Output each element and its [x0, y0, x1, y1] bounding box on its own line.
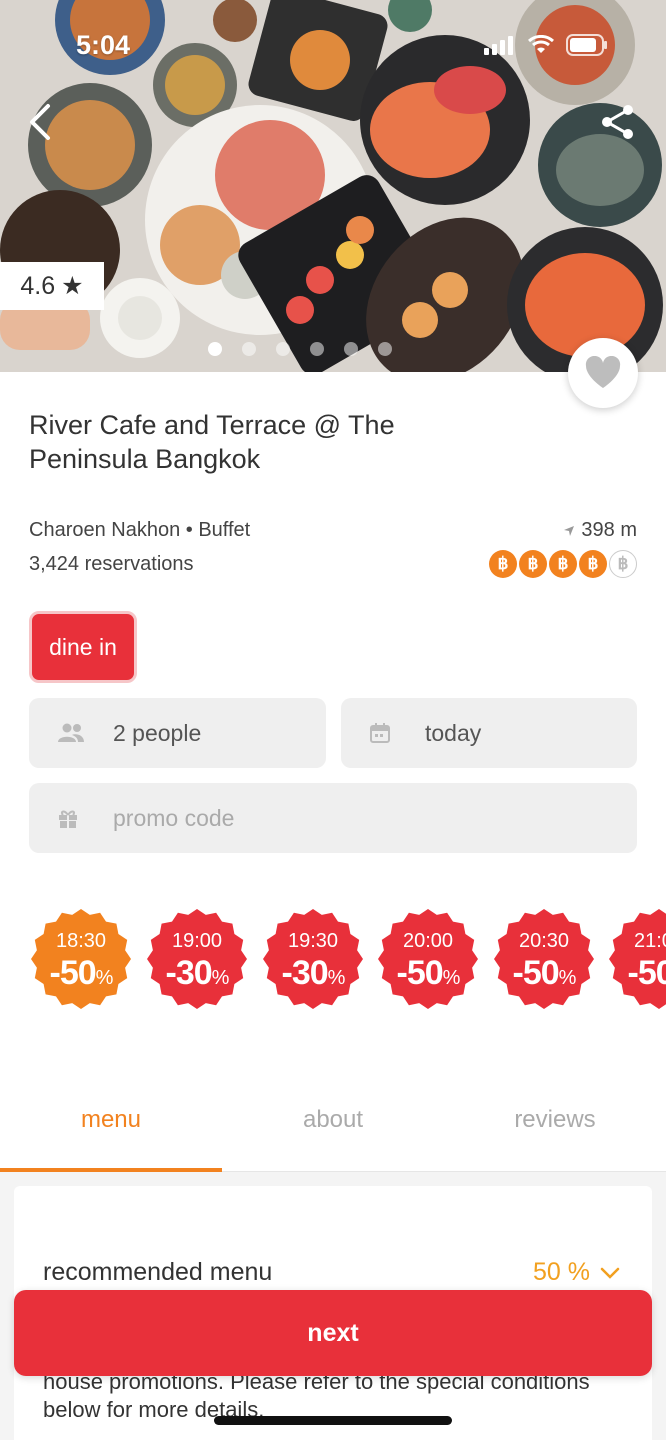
slot-discount: -50%	[608, 954, 666, 993]
slot-discount-value: -50	[512, 954, 560, 992]
carousel-dot[interactable]	[208, 342, 222, 356]
time-slot[interactable]: 19:00 -30%	[146, 908, 248, 1010]
location-arrow-icon	[564, 525, 575, 536]
signal-icon	[484, 36, 513, 55]
tab-about[interactable]: about	[222, 1106, 444, 1134]
recommended-menu-title: recommended menu	[43, 1258, 273, 1286]
heart-icon	[585, 356, 621, 388]
slot-discount-unit: %	[327, 967, 346, 989]
people-value: 2 people	[113, 719, 202, 746]
time-slot[interactable]: 18:30 -50%	[30, 908, 132, 1010]
slot-discount: -30%	[146, 954, 248, 993]
rating-badge: 4.6 ★	[0, 262, 104, 310]
date-value: today	[425, 719, 482, 746]
back-icon[interactable]	[22, 100, 62, 144]
gift-icon	[29, 807, 85, 829]
rating-value: 4.6	[20, 271, 56, 300]
favorite-button[interactable]	[568, 338, 638, 408]
baht-icon: ฿	[579, 550, 607, 578]
slot-discount-value: -50	[49, 954, 97, 992]
date-selector[interactable]: today	[341, 698, 637, 768]
carousel-dot[interactable]	[310, 342, 324, 356]
hero-image[interactable]: 5:04 4.6 ★	[0, 0, 666, 372]
slot-discount-unit: %	[442, 967, 461, 989]
price-level: ฿ ฿ ฿ ฿ ฿	[489, 550, 637, 578]
restaurant-name: River Cafe and Terrace @ The Peninsula B…	[29, 410, 395, 474]
carousel-dot[interactable]	[276, 342, 290, 356]
slot-discount-unit: %	[95, 967, 114, 989]
tab-menu[interactable]: menu	[0, 1106, 222, 1134]
slot-discount-value: -30	[281, 954, 329, 992]
slot-time: 20:00	[402, 930, 454, 952]
slot-discount-value: -50	[627, 954, 666, 992]
time-slot[interactable]: 20:30 -50%	[493, 908, 595, 1010]
slot-time: 20:30	[518, 930, 570, 952]
chevron-down-icon	[600, 1267, 620, 1279]
carousel-dots	[208, 342, 392, 356]
home-indicator	[214, 1416, 452, 1425]
baht-icon: ฿	[549, 550, 577, 578]
carousel-dot[interactable]	[344, 342, 358, 356]
battery-icon	[566, 34, 607, 56]
recommended-menu-toggle[interactable]: 50 %	[533, 1258, 620, 1287]
slot-discount-value: -50	[396, 954, 444, 992]
dine-in-label: dine in	[49, 633, 117, 660]
baht-icon: ฿	[609, 550, 637, 578]
dine-in-chip[interactable]: dine in	[29, 611, 137, 683]
time-slot[interactable]: 19:30 -30%	[262, 908, 364, 1010]
location-cuisine: Charoen Nakhon • Buffet	[29, 519, 251, 541]
slot-discount: -50%	[30, 954, 132, 993]
recommended-menu-discount: 50 %	[533, 1258, 590, 1286]
share-icon[interactable]	[598, 102, 638, 142]
slot-time: 18:30	[55, 930, 107, 952]
baht-icon: ฿	[519, 550, 547, 578]
carousel-dot[interactable]	[242, 342, 256, 356]
people-selector[interactable]: 2 people	[29, 698, 326, 768]
slot-time: 19:30	[287, 930, 339, 952]
reservation-count: 3,424 reservations	[29, 553, 194, 575]
status-time: 5:04	[76, 30, 131, 60]
time-slot-list: 18:30 -50% 19:00 -30% 19:30 -30% 20:00 -…	[30, 908, 666, 1012]
tab-reviews[interactable]: reviews	[444, 1106, 666, 1134]
tab-bar: menu about reviews	[0, 1090, 666, 1172]
calendar-icon	[341, 722, 397, 744]
wifi-icon	[528, 35, 554, 53]
distance-value: 398 m	[581, 519, 637, 541]
slot-discount-value: -30	[165, 954, 213, 992]
slot-time: 19:00	[171, 930, 223, 952]
baht-icon: ฿	[489, 550, 517, 578]
slot-time: 21:00	[633, 930, 666, 952]
people-icon	[29, 723, 85, 743]
slot-discount: -50%	[493, 954, 595, 993]
slot-discount: -30%	[262, 954, 364, 993]
slot-discount-unit: %	[558, 967, 577, 989]
time-slot[interactable]: 21:00 -50%	[608, 908, 666, 1010]
carousel-dot[interactable]	[378, 342, 392, 356]
status-icons	[484, 34, 608, 56]
distance: 398 m	[563, 519, 637, 542]
star-icon: ★	[61, 272, 84, 300]
slot-discount: -50%	[377, 954, 479, 993]
promo-code-field[interactable]: promo code	[29, 783, 637, 853]
time-slot[interactable]: 20:00 -50%	[377, 908, 479, 1010]
promo-code-placeholder: promo code	[113, 804, 235, 831]
slot-discount-unit: %	[211, 967, 230, 989]
next-button[interactable]: next	[14, 1290, 652, 1376]
